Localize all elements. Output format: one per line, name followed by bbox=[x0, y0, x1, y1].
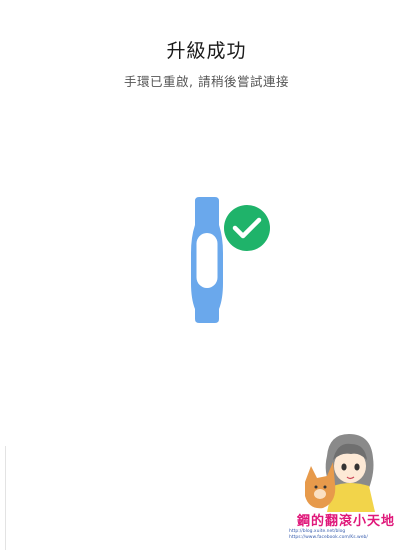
page-title: 升級成功 bbox=[166, 40, 247, 62]
status-message: 手環已重啟, 請稍後嘗試連接 bbox=[124, 74, 289, 89]
watermark-title: 鋼的翻滾小天地 bbox=[297, 514, 396, 529]
fitness-band-icon bbox=[191, 197, 272, 323]
watermark: 鋼的翻滾小天地 http://blog.xuite.net/blog https… bbox=[287, 432, 407, 547]
cartoon-mascot-icon bbox=[305, 434, 375, 512]
watermark-facebook-url: https://www.facebook.com/Ks.web/ bbox=[289, 535, 368, 540]
edge-divider bbox=[5, 446, 6, 550]
success-illustration bbox=[185, 195, 280, 330]
check-circle-icon bbox=[222, 203, 272, 253]
upgrade-success-screen: 升級成功 手環已重啟, 請稍後嘗試連接 鋼的翻滾小天地 http://blog.… bbox=[0, 0, 413, 550]
watermark-blog-url: http://blog.xuite.net/blog bbox=[289, 529, 346, 534]
